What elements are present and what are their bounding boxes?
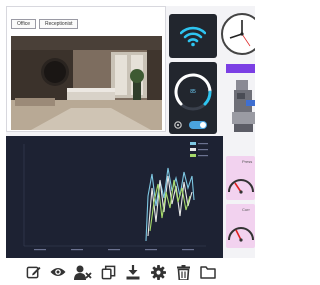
- x-tick-label: [108, 249, 120, 251]
- tab-office[interactable]: Office: [11, 19, 36, 29]
- x-tick-label: [34, 249, 46, 251]
- edit-icon: [26, 266, 41, 278]
- legend-label: [198, 155, 208, 157]
- pressure-card-title: Press: [242, 159, 253, 164]
- copy-icon: [101, 265, 115, 279]
- view-icon: [50, 268, 66, 276]
- delete-icon: [176, 264, 190, 280]
- settings-icon: [150, 264, 166, 280]
- x-tick-label: [182, 249, 194, 251]
- legend-swatch: [190, 142, 196, 145]
- wifi-icon: [180, 26, 206, 47]
- pressure-gauge-icon: [228, 179, 254, 194]
- line-chart: [23, 142, 208, 251]
- legend-swatch: [190, 154, 196, 157]
- camera-feed-image: [11, 36, 162, 130]
- clock-icon: [221, 13, 255, 55]
- remove-user-button[interactable]: [72, 262, 94, 282]
- camera-card: Office Receptionist: [6, 6, 166, 132]
- clock-widget: [220, 12, 255, 60]
- download-button[interactable]: [122, 262, 144, 282]
- current-gauge-icon: [228, 227, 254, 242]
- x-tick-label: [71, 249, 83, 251]
- power-toggle[interactable]: [189, 121, 207, 129]
- gauge-tile[interactable]: 85: [169, 62, 217, 134]
- folder-icon: [200, 266, 216, 279]
- purple-header-bar: [226, 64, 255, 73]
- copy-button[interactable]: [97, 262, 119, 282]
- wifi-status-tile[interactable]: [169, 14, 217, 58]
- folder-button[interactable]: [197, 262, 219, 282]
- gauge-value: 85: [190, 89, 196, 95]
- legend-swatch: [190, 148, 196, 151]
- machine-image: [232, 80, 255, 132]
- current-card-title: Curr: [242, 207, 250, 212]
- settings-button[interactable]: [147, 262, 169, 282]
- view-button[interactable]: [47, 262, 69, 282]
- delete-button[interactable]: [172, 262, 194, 282]
- x-tick-label: [145, 249, 157, 251]
- legend-label: [198, 149, 208, 151]
- settings-small-icon[interactable]: [173, 120, 183, 130]
- dashboard-preview: Office Receptionist 85 Press Curr: [6, 6, 255, 258]
- remove-user-icon: [74, 265, 92, 280]
- legend-label: [198, 143, 208, 145]
- line-chart-card: [6, 136, 223, 258]
- pressure-card[interactable]: Press: [226, 156, 255, 200]
- action-toolbar: [22, 262, 219, 282]
- camera-tabs: Office Receptionist: [11, 19, 79, 29]
- tab-receptionist[interactable]: Receptionist: [38, 19, 79, 29]
- edit-button[interactable]: [22, 262, 44, 282]
- current-card[interactable]: Curr: [226, 204, 255, 248]
- download-icon: [126, 264, 140, 279]
